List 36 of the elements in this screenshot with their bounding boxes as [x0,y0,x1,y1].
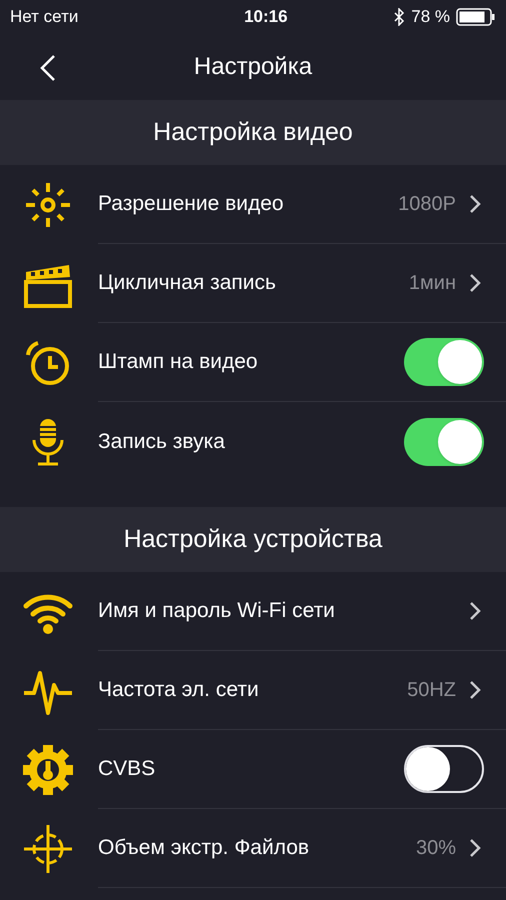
setting-row-link[interactable]: 30% [416,833,484,863]
setting-label: Разрешение видео [98,191,285,218]
section-title: Настройка устройства [124,524,382,555]
battery-percent: 78 % [411,6,450,28]
carrier-status: Нет сети [10,6,78,28]
toggle-switch[interactable] [404,418,484,466]
setting-label: Цикличная запись [98,270,277,296]
setting-value: 1080P [398,192,456,217]
setting-label: Частота эл. сети [98,677,260,704]
setting-label: Штамп на видео [98,349,259,376]
back-button[interactable] [38,54,58,82]
chevron-right-icon [468,193,482,215]
clock: 10:16 [244,6,288,28]
setting-value: 50HZ [407,678,456,703]
battery-icon [456,7,496,27]
setting-label: CVBS [98,756,156,782]
setting-label: Запись звука [98,428,226,455]
gear-icon [22,744,74,796]
screen-title: Настройка [194,52,312,82]
crosshair-icon [22,822,74,874]
toggle-switch[interactable] [404,338,484,386]
setting-row-link[interactable]: 1080P [398,189,484,219]
chevron-right-icon [468,272,482,294]
chevron-right-icon [468,837,482,859]
setting-value: 30% [416,836,456,861]
setting-row-link[interactable]: 1мин [408,268,484,298]
setting-row-link[interactable]: 50HZ [407,675,484,705]
back-chevron-icon [38,54,58,82]
section-title: Настройка видео [153,116,353,148]
chevron-right-icon [468,600,482,622]
setting-label: Имя и пароль Wi-Fi сети [98,598,336,624]
setting-value: 1мин [408,271,456,296]
toggle-switch[interactable] [404,745,484,793]
bluetooth-icon [393,8,406,26]
setting-label: Объем экстр. Файлов [98,835,310,862]
chevron-right-icon [468,679,482,701]
